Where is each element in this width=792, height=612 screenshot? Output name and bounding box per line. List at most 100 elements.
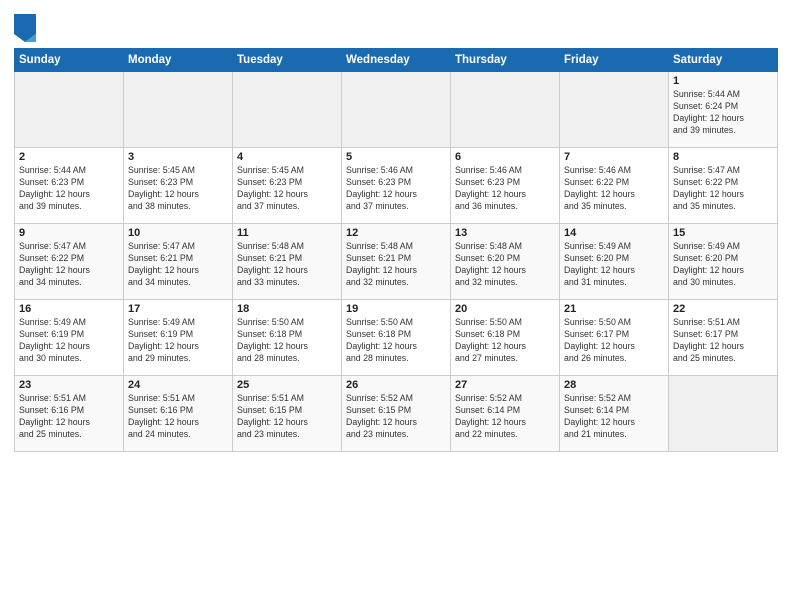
day-number: 8 [673, 151, 773, 163]
day-number: 26 [346, 379, 446, 391]
day-detail: Sunrise: 5:48 AM Sunset: 6:21 PM Dayligh… [237, 241, 337, 289]
day-cell: 2 Sunrise: 5:44 AM Sunset: 6:23 PM Daylig… [15, 148, 124, 224]
day-cell: 18Sunrise: 5:50 AM Sunset: 6:18 PM Dayli… [233, 300, 342, 376]
day-detail: Sunrise: 5:50 AM Sunset: 6:18 PM Dayligh… [346, 317, 446, 365]
day-number: 28 [564, 379, 664, 391]
day-number: 21 [564, 303, 664, 315]
day-cell: 10 Sunrise: 5:47 AM Sunset: 6:21 PM Dayli… [124, 224, 233, 300]
day-cell [451, 72, 560, 148]
day-number: 19 [346, 303, 446, 315]
day-detail: Sunrise: 5:47 AM Sunset: 6:22 PM Dayligh… [19, 241, 119, 289]
day-number: 24 [128, 379, 228, 391]
day-number: 10 [128, 227, 228, 239]
day-detail: Sunrise: 5:51 AM Sunset: 6:15 PM Dayligh… [237, 393, 337, 441]
day-number: 17 [128, 303, 228, 315]
week-row-4: 23 Sunrise: 5:51 AM Sunset: 6:16 PM Dayli… [15, 376, 778, 452]
day-cell [560, 72, 669, 148]
day-cell: 9 Sunrise: 5:47 AM Sunset: 6:22 PM Daylig… [15, 224, 124, 300]
col-saturday: Saturday [669, 49, 778, 72]
day-cell: 26 Sunrise: 5:52 AM Sunset: 6:15 PM Dayli… [342, 376, 451, 452]
day-cell [15, 72, 124, 148]
day-detail: Sunrise: 5:44 AM Sunset: 6:23 PM Dayligh… [19, 165, 119, 213]
day-cell: 6 Sunrise: 5:46 AM Sunset: 6:23 PM Daylig… [451, 148, 560, 224]
day-number: 11 [237, 227, 337, 239]
day-number: 22 [673, 303, 773, 315]
day-detail: Sunrise: 5:51 AM Sunset: 6:17 PM Dayligh… [673, 317, 773, 365]
day-number: 16 [19, 303, 119, 315]
day-detail: Sunrise: 5:50 AM Sunset: 6:17 PM Dayligh… [564, 317, 664, 365]
col-tuesday: Tuesday [233, 49, 342, 72]
day-detail: Sunrise: 5:49 AM Sunset: 6:20 PM Dayligh… [564, 241, 664, 289]
day-detail: Sunrise: 5:51 AM Sunset: 6:16 PM Dayligh… [19, 393, 119, 441]
day-cell: 25 Sunrise: 5:51 AM Sunset: 6:15 PM Dayli… [233, 376, 342, 452]
day-number: 9 [19, 227, 119, 239]
calendar-body: 1 Sunrise: 5:44 AM Sunset: 6:24 PM Daylig… [15, 72, 778, 452]
day-cell: 15 Sunrise: 5:49 AM Sunset: 6:20 PM Dayli… [669, 224, 778, 300]
day-cell: 11 Sunrise: 5:48 AM Sunset: 6:21 PM Dayli… [233, 224, 342, 300]
day-cell: 27 Sunrise: 5:52 AM Sunset: 6:14 PM Dayli… [451, 376, 560, 452]
day-detail: Sunrise: 5:49 AM Sunset: 6:20 PM Dayligh… [673, 241, 773, 289]
day-detail: Sunrise: 5:47 AM Sunset: 6:22 PM Dayligh… [673, 165, 773, 213]
day-cell: 17 Sunrise: 5:49 AM Sunset: 6:19 PM Dayli… [124, 300, 233, 376]
day-cell: 3 Sunrise: 5:45 AM Sunset: 6:23 PM Daylig… [124, 148, 233, 224]
col-friday: Friday [560, 49, 669, 72]
day-number: 25 [237, 379, 337, 391]
day-cell: 4 Sunrise: 5:45 AM Sunset: 6:23 PM Daylig… [233, 148, 342, 224]
week-row-0: 1 Sunrise: 5:44 AM Sunset: 6:24 PM Daylig… [15, 72, 778, 148]
day-cell: 5 Sunrise: 5:46 AM Sunset: 6:23 PM Daylig… [342, 148, 451, 224]
day-number: 4 [237, 151, 337, 163]
day-detail: Sunrise: 5:46 AM Sunset: 6:23 PM Dayligh… [346, 165, 446, 213]
day-detail: Sunrise: 5:44 AM Sunset: 6:24 PM Dayligh… [673, 89, 773, 137]
day-detail: Sunrise: 5:47 AM Sunset: 6:21 PM Dayligh… [128, 241, 228, 289]
day-cell: 23 Sunrise: 5:51 AM Sunset: 6:16 PM Dayli… [15, 376, 124, 452]
week-row-3: 16 Sunrise: 5:49 AM Sunset: 6:19 PM Dayli… [15, 300, 778, 376]
day-number: 6 [455, 151, 555, 163]
col-sunday: Sunday [15, 49, 124, 72]
day-number: 2 [19, 151, 119, 163]
day-cell: 20 Sunrise: 5:50 AM Sunset: 6:18 PM Dayli… [451, 300, 560, 376]
day-cell: 21 Sunrise: 5:50 AM Sunset: 6:17 PM Dayli… [560, 300, 669, 376]
day-detail: Sunrise: 5:49 AM Sunset: 6:19 PM Dayligh… [128, 317, 228, 365]
logo-icon [14, 14, 36, 42]
day-cell: 22 Sunrise: 5:51 AM Sunset: 6:17 PM Dayli… [669, 300, 778, 376]
day-cell [233, 72, 342, 148]
day-detail: Sunrise: 5:45 AM Sunset: 6:23 PM Dayligh… [128, 165, 228, 213]
day-detail: Sunrise: 5:50 AM Sunset: 6:18 PM Dayligh… [237, 317, 337, 365]
day-number: 20 [455, 303, 555, 315]
day-detail: Sunrise: 5:50 AM Sunset: 6:18 PM Dayligh… [455, 317, 555, 365]
day-cell: 16 Sunrise: 5:49 AM Sunset: 6:19 PM Dayli… [15, 300, 124, 376]
day-detail: Sunrise: 5:45 AM Sunset: 6:23 PM Dayligh… [237, 165, 337, 213]
day-cell: 13 Sunrise: 5:48 AM Sunset: 6:20 PM Dayli… [451, 224, 560, 300]
logo [14, 14, 38, 42]
day-detail: Sunrise: 5:48 AM Sunset: 6:20 PM Dayligh… [455, 241, 555, 289]
day-cell [124, 72, 233, 148]
day-cell [342, 72, 451, 148]
day-number: 27 [455, 379, 555, 391]
day-number: 12 [346, 227, 446, 239]
col-monday: Monday [124, 49, 233, 72]
day-cell: 8 Sunrise: 5:47 AM Sunset: 6:22 PM Daylig… [669, 148, 778, 224]
day-number: 15 [673, 227, 773, 239]
day-detail: Sunrise: 5:52 AM Sunset: 6:14 PM Dayligh… [455, 393, 555, 441]
header [14, 10, 778, 42]
day-detail: Sunrise: 5:52 AM Sunset: 6:15 PM Dayligh… [346, 393, 446, 441]
week-row-2: 9 Sunrise: 5:47 AM Sunset: 6:22 PM Daylig… [15, 224, 778, 300]
page: Sunday Monday Tuesday Wednesday Thursday… [0, 0, 792, 612]
header-row: Sunday Monday Tuesday Wednesday Thursday… [15, 49, 778, 72]
day-number: 3 [128, 151, 228, 163]
day-detail: Sunrise: 5:49 AM Sunset: 6:19 PM Dayligh… [19, 317, 119, 365]
day-cell: 7Sunrise: 5:46 AM Sunset: 6:22 PM Daylig… [560, 148, 669, 224]
day-cell: 19 Sunrise: 5:50 AM Sunset: 6:18 PM Dayli… [342, 300, 451, 376]
day-detail: Sunrise: 5:46 AM Sunset: 6:22 PM Dayligh… [564, 165, 664, 213]
day-cell: 28 Sunrise: 5:52 AM Sunset: 6:14 PM Dayli… [560, 376, 669, 452]
day-cell: 1 Sunrise: 5:44 AM Sunset: 6:24 PM Daylig… [669, 72, 778, 148]
day-number: 1 [673, 75, 773, 87]
day-number: 13 [455, 227, 555, 239]
col-wednesday: Wednesday [342, 49, 451, 72]
day-number: 23 [19, 379, 119, 391]
day-number: 5 [346, 151, 446, 163]
day-detail: Sunrise: 5:51 AM Sunset: 6:16 PM Dayligh… [128, 393, 228, 441]
day-detail: Sunrise: 5:52 AM Sunset: 6:14 PM Dayligh… [564, 393, 664, 441]
day-cell: 24 Sunrise: 5:51 AM Sunset: 6:16 PM Dayli… [124, 376, 233, 452]
day-detail: Sunrise: 5:46 AM Sunset: 6:23 PM Dayligh… [455, 165, 555, 213]
